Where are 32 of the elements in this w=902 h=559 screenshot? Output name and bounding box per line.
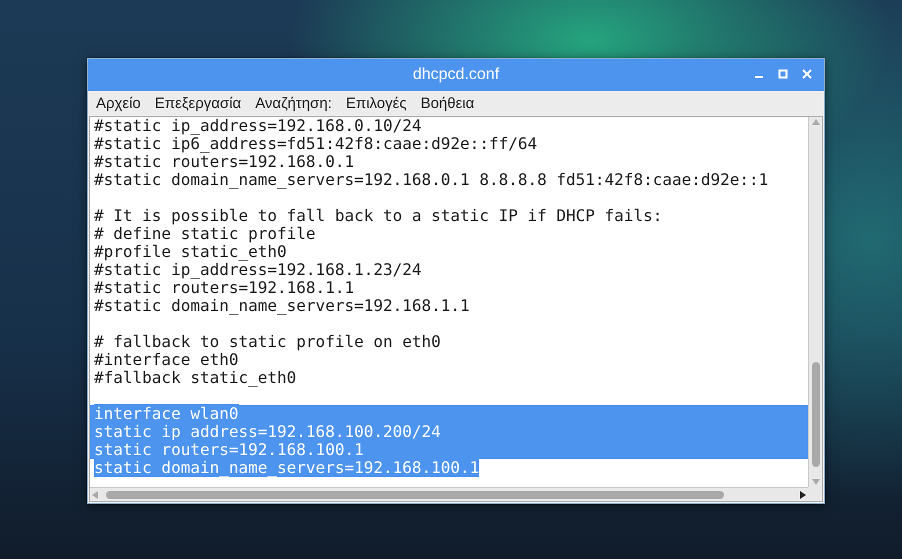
menu-item[interactable]: Επεξεργασία	[154, 95, 242, 112]
right-arrow-icon[interactable]	[800, 490, 806, 498]
maximize-icon	[778, 69, 788, 79]
code-line: # It is possible to fall back to a static IP if DHCP fails:	[94, 206, 662, 225]
code-line: #static domain_name_servers=192.168.1.1	[94, 296, 470, 315]
code-line: #static routers=192.168.0.1	[94, 152, 354, 171]
horizontal-scrollbar[interactable]	[90, 487, 808, 501]
maximize-button[interactable]	[776, 67, 790, 81]
code-line: # fallback to static profile on eth0	[94, 332, 441, 351]
scrollbar-thumb[interactable]	[106, 490, 724, 498]
code-line: #interface eth0	[94, 350, 238, 369]
code-line: #static ip_address=192.168.1.23/24	[94, 260, 422, 279]
menu-item[interactable]: Βοήθεια	[420, 95, 474, 112]
menu-item[interactable]: Αναζήτηση:	[255, 95, 332, 112]
menu-item[interactable]: Επιλογές	[346, 95, 407, 112]
minimize-icon	[755, 76, 763, 78]
left-arrow-icon[interactable]	[92, 490, 98, 498]
code-line: # define static profile	[94, 224, 316, 243]
code-line: #fallback static_eth0	[94, 368, 296, 387]
code-line: #static ip_address=192.168.0.10/24	[94, 117, 422, 135]
vertical-scrollbar[interactable]	[808, 117, 822, 487]
down-arrow-icon[interactable]	[812, 479, 820, 485]
close-button[interactable]	[800, 67, 814, 81]
code-line: #static ip6_address=fd51:42f8:caae:d92e::ff/64	[94, 134, 538, 153]
scrollbar-thumb[interactable]	[812, 362, 820, 467]
close-icon	[802, 69, 812, 79]
code-line: #static routers=192.168.1.1	[94, 278, 354, 297]
window-title: dhcpcd.conf	[412, 66, 500, 84]
code-line: #profile static_eth0	[94, 242, 287, 261]
up-arrow-icon[interactable]	[812, 119, 820, 125]
menu-item[interactable]: Αρχείο	[96, 95, 141, 112]
code-line: #static domain_name_servers=192.168.0.1 8.8.8.8 fd51:42f8:caae:d92e::1	[94, 170, 768, 189]
